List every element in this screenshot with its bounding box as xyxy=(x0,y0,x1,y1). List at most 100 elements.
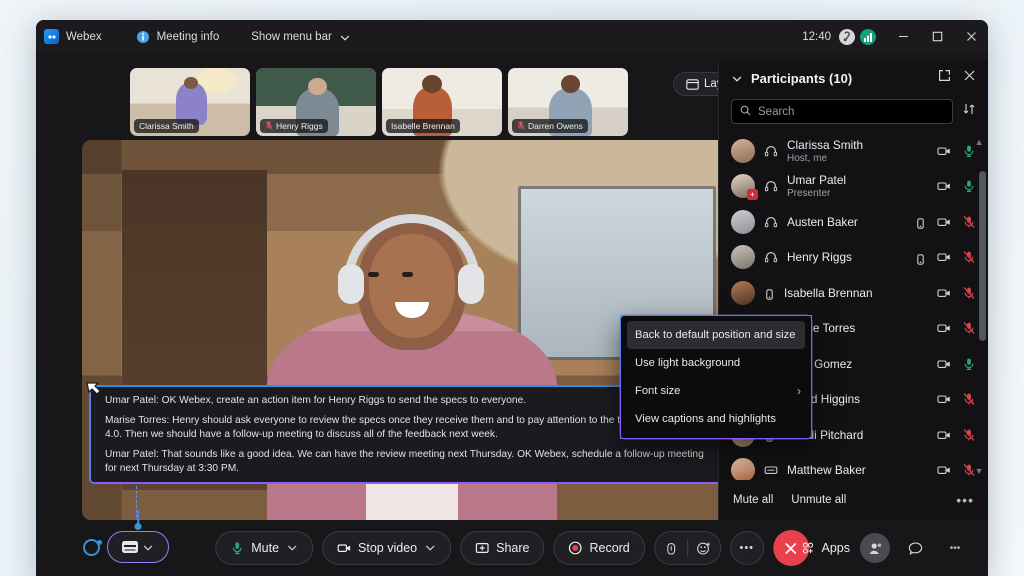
mic-off-icon[interactable] xyxy=(962,215,976,229)
video-on-icon[interactable] xyxy=(937,321,951,335)
headset-icon xyxy=(764,250,778,264)
menu-item-back-to-default[interactable]: Back to default position and size xyxy=(627,321,805,349)
participants-scroll-thumb[interactable] xyxy=(979,171,986,341)
apps-icon xyxy=(802,541,816,555)
mute-button[interactable]: Mute xyxy=(215,531,314,565)
thumbnail-1[interactable]: Henry Riggs xyxy=(256,68,376,136)
captions-control-pill[interactable] xyxy=(107,531,169,563)
record-icon xyxy=(568,541,582,555)
video-on-icon[interactable] xyxy=(937,463,951,477)
scroll-down-arrow-icon[interactable]: ▼ xyxy=(975,466,984,476)
participant-row-4[interactable]: Isabella Brennan xyxy=(719,275,988,311)
video-on-icon[interactable] xyxy=(937,286,951,300)
avatar xyxy=(731,138,755,163)
participant-name-1: Umar Patel xyxy=(787,173,847,188)
participant-row-0[interactable]: Clarissa Smith Host, me xyxy=(719,133,988,169)
sort-icon[interactable] xyxy=(962,102,976,121)
more-options-button[interactable]: ••• xyxy=(729,531,764,565)
unmute-all-button[interactable]: Unmute all xyxy=(791,494,846,506)
meeting-info-icon xyxy=(136,30,150,44)
video-on-icon[interactable] xyxy=(937,392,951,406)
search-field-wrapper[interactable] xyxy=(731,99,953,124)
caption-line-2: Umar Patel: That sounds like a good idea… xyxy=(105,448,704,475)
menu-item-font-size[interactable]: Font size › xyxy=(621,377,811,405)
video-on-icon[interactable] xyxy=(937,428,951,442)
video-on-icon[interactable] xyxy=(937,144,951,158)
menu-item-view-captions-and-highlights[interactable]: View captions and highlights xyxy=(621,405,811,433)
apps-button-label: Apps xyxy=(821,541,851,555)
participant-row-2[interactable]: Austen Baker xyxy=(719,204,988,240)
participant-icons-3 xyxy=(915,250,976,265)
search-input[interactable] xyxy=(758,105,944,118)
headphone-cup-right xyxy=(458,264,484,304)
mute-all-button[interactable]: Mute all xyxy=(733,494,773,506)
participants-toggle-button[interactable] xyxy=(860,533,890,563)
participant-names-4: Isabella Brennan xyxy=(784,286,928,300)
participant-icons-6 xyxy=(937,357,976,371)
raise-hand-button[interactable] xyxy=(655,531,687,565)
apps-button[interactable]: Apps xyxy=(802,541,851,555)
chevron-down-icon xyxy=(339,31,351,43)
headset-icon xyxy=(764,144,778,158)
show-menu-bar-button[interactable]: Show menu bar xyxy=(243,20,359,53)
mic-off-icon[interactable] xyxy=(962,428,976,442)
thumbnail-3[interactable]: Darren Owens xyxy=(508,68,628,136)
collapse-chevron-icon[interactable] xyxy=(731,72,743,84)
menu-item-use-light-background[interactable]: Use light background xyxy=(621,349,811,377)
record-button[interactable]: Record xyxy=(553,531,645,565)
mobile-icon xyxy=(915,252,926,265)
toolbar-right-group: Apps ••• xyxy=(802,533,971,563)
chat-toggle-button[interactable] xyxy=(900,533,930,563)
closed-captions-floating-control xyxy=(83,531,179,563)
thumbnail-2[interactable]: Isabelle Brennan xyxy=(382,68,502,136)
avatar xyxy=(731,280,755,305)
network-status-icon[interactable] xyxy=(860,28,876,45)
chevron-down-icon[interactable] xyxy=(286,542,298,554)
reactions-button[interactable] xyxy=(688,531,720,565)
participant-row-3[interactable]: Henry Riggs xyxy=(719,240,988,276)
mic-off-icon[interactable] xyxy=(962,250,976,264)
toolbar-overflow-button[interactable]: ••• xyxy=(940,533,970,563)
participants-more-options-button[interactable]: ••• xyxy=(956,492,974,508)
participant-icons-8 xyxy=(937,428,976,442)
participants-header-actions xyxy=(938,69,976,87)
mic-off-icon[interactable] xyxy=(962,286,976,300)
participant-row-9[interactable]: Matthew Baker xyxy=(719,453,988,480)
open-in-new-icon[interactable] xyxy=(938,69,951,87)
record-button-label: Record xyxy=(589,541,630,555)
overflow-label: ••• xyxy=(949,542,961,554)
video-on-icon[interactable] xyxy=(937,215,951,229)
chevron-down-icon[interactable] xyxy=(424,542,436,554)
stop-video-button[interactable]: Stop video xyxy=(322,531,452,565)
menu-item-label-2: Font size xyxy=(635,385,681,397)
close-icon[interactable] xyxy=(963,69,976,87)
window-controls xyxy=(886,20,988,53)
minimize-button[interactable] xyxy=(886,20,920,53)
maximize-button[interactable] xyxy=(920,20,954,53)
participant-name-0: Clarissa Smith xyxy=(787,137,864,152)
mic-off-icon[interactable] xyxy=(962,321,976,335)
mic-on-icon[interactable] xyxy=(962,179,976,193)
thumbnail-0[interactable]: Clarissa Smith xyxy=(130,68,250,136)
participant-row-1[interactable]: + Umar Patel Presenter xyxy=(719,169,988,205)
share-button[interactable]: Share xyxy=(460,531,545,565)
meeting-info-button[interactable]: Meeting info xyxy=(128,20,228,53)
close-button[interactable] xyxy=(954,20,988,53)
participant-name-2: Austen Baker xyxy=(787,214,858,229)
mic-on-icon[interactable] xyxy=(962,357,976,371)
participants-panel: Participants (10) Search Clarissa Smith … xyxy=(718,61,988,520)
thumbnail-nameplate-3: Darren Owens xyxy=(512,119,588,133)
thumbnail-nameplate-1: Henry Riggs xyxy=(260,119,328,133)
video-on-icon[interactable] xyxy=(937,250,951,264)
mic-off-icon xyxy=(517,121,525,130)
reactions-group xyxy=(653,531,721,565)
video-on-icon[interactable] xyxy=(937,179,951,193)
audio-status-icon[interactable] xyxy=(839,28,855,45)
participants-footer: Mute all Unmute all ••• xyxy=(719,480,988,520)
video-on-icon[interactable] xyxy=(937,357,951,371)
thumbnail-name-2: Isabelle Brennan xyxy=(391,120,455,131)
chevron-down-icon[interactable] xyxy=(142,541,154,553)
mic-off-icon[interactable] xyxy=(962,392,976,406)
participant-names-3: Henry Riggs xyxy=(787,250,906,264)
scroll-up-arrow-icon[interactable]: ▲ xyxy=(975,137,984,147)
